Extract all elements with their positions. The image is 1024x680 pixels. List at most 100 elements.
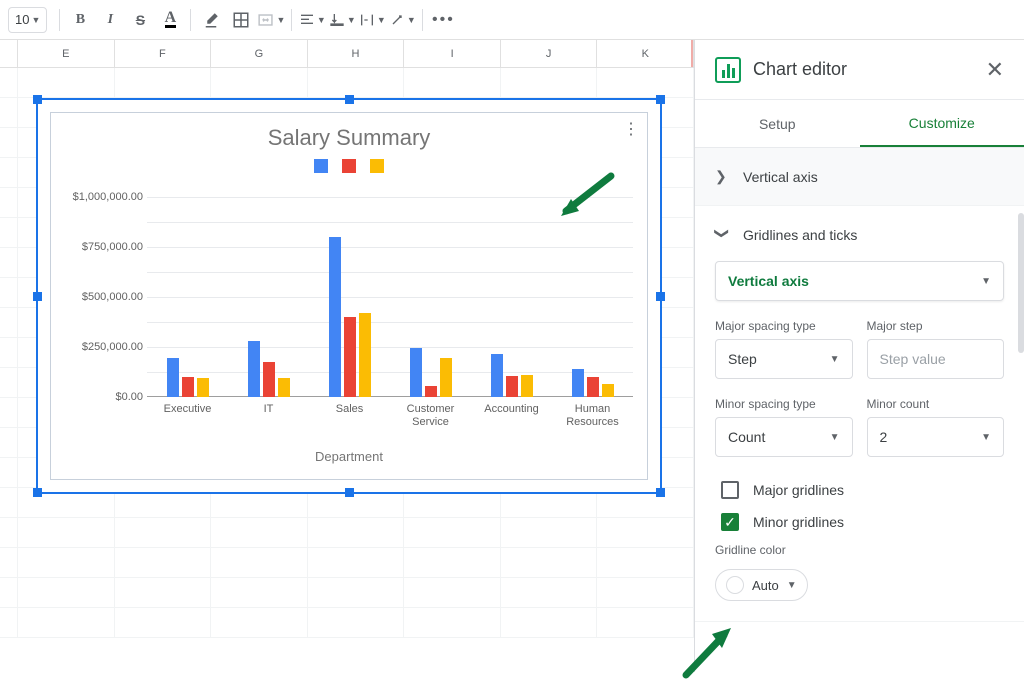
- checkbox-icon: [721, 481, 739, 499]
- caret-icon: ▼: [830, 432, 840, 443]
- scrollbar[interactable]: [1018, 213, 1024, 353]
- field-label: Major step: [867, 319, 1005, 333]
- borders-button[interactable]: [227, 6, 255, 34]
- axis-selector-dropdown[interactable]: Vertical axis ▼: [715, 261, 1004, 301]
- strikethrough-button[interactable]: S: [126, 6, 154, 34]
- bar: [278, 378, 290, 397]
- close-button[interactable]: ✕: [986, 57, 1004, 83]
- sidebar-title: Chart editor: [753, 59, 986, 80]
- resize-handle[interactable]: [656, 95, 665, 104]
- field-label: Major spacing type: [715, 319, 853, 333]
- resize-handle[interactable]: [656, 488, 665, 497]
- resize-handle[interactable]: [33, 292, 42, 301]
- chart-menu-button[interactable]: ⋮: [623, 119, 639, 139]
- section-header[interactable]: ❯ Gridlines and ticks: [715, 226, 1004, 243]
- spreadsheet-area[interactable]: E F G H I J K: [0, 40, 694, 672]
- bar: [440, 358, 452, 397]
- chevron-down-icon: ❯: [714, 228, 731, 242]
- x-label: Accounting: [471, 403, 552, 429]
- bold-button[interactable]: B: [66, 6, 94, 34]
- bar-group: [309, 197, 390, 397]
- bar: [359, 313, 371, 397]
- font-size-value: 10: [15, 12, 29, 27]
- chart-editor-icon: [715, 57, 741, 83]
- text-wrap-button[interactable]: ▼: [358, 6, 386, 34]
- resize-handle[interactable]: [656, 292, 665, 301]
- x-label: CustomerService: [390, 403, 471, 429]
- major-gridlines-checkbox[interactable]: Major gridlines: [721, 481, 1004, 499]
- column-header[interactable]: J: [501, 40, 598, 67]
- bar-group: [228, 197, 309, 397]
- column-header[interactable]: K: [597, 40, 694, 67]
- column-headers: E F G H I J K: [0, 40, 694, 68]
- legend-swatch: [342, 159, 356, 173]
- bar: [182, 377, 194, 397]
- toolbar-separator: [59, 9, 60, 31]
- bar-group: [552, 197, 633, 397]
- x-label: HumanResources: [552, 403, 633, 429]
- chart-title: Salary Summary: [51, 125, 647, 151]
- bar: [329, 237, 341, 397]
- column-header[interactable]: H: [308, 40, 405, 67]
- field-label: Gridline color: [715, 543, 1004, 557]
- section-vertical-axis[interactable]: ❯ Vertical axis: [695, 148, 1024, 206]
- bar: [167, 358, 179, 397]
- x-label: Executive: [147, 403, 228, 429]
- bar: [506, 376, 518, 397]
- caret-icon: ▼: [830, 354, 840, 365]
- minor-gridlines-checkbox[interactable]: ✓ Minor gridlines: [721, 513, 1004, 531]
- text-rotation-button[interactable]: ▼: [388, 6, 416, 34]
- vertical-align-button[interactable]: ▼: [328, 6, 356, 34]
- y-axis: $0.00 $250,000.00 $500,000.00 $750,000.0…: [61, 197, 147, 397]
- text-color-button[interactable]: A: [156, 6, 184, 34]
- chart-selection[interactable]: ⋮ Salary Summary $0.00 $250,000.00 $500,…: [36, 98, 662, 494]
- x-label: IT: [228, 403, 309, 429]
- chart-editor-sidebar: Chart editor ✕ Setup Customize ❯ Vertica…: [694, 40, 1024, 672]
- toolbar-separator: [190, 9, 191, 31]
- plot-area: [147, 197, 633, 397]
- bar: [521, 375, 533, 397]
- chevron-right-icon: ❯: [715, 168, 729, 185]
- bar: [602, 384, 614, 397]
- tab-customize[interactable]: Customize: [860, 100, 1024, 147]
- bar-group: [471, 197, 552, 397]
- bar-group: [390, 197, 471, 397]
- major-spacing-type-select[interactable]: Step ▼: [715, 339, 853, 379]
- column-header[interactable]: F: [115, 40, 212, 67]
- column-header[interactable]: G: [211, 40, 308, 67]
- annotation-arrow-icon: [551, 171, 621, 226]
- horizontal-align-button[interactable]: ▼: [298, 6, 326, 34]
- section-label: Vertical axis: [743, 169, 818, 185]
- resize-handle[interactable]: [33, 95, 42, 104]
- fill-color-button[interactable]: [197, 6, 225, 34]
- resize-handle[interactable]: [345, 488, 354, 497]
- italic-button[interactable]: I: [96, 6, 124, 34]
- color-swatch-icon: [726, 576, 744, 594]
- caret-icon: ▼: [981, 432, 991, 443]
- minor-spacing-type-select[interactable]: Count ▼: [715, 417, 853, 457]
- gridline-color-select[interactable]: Auto ▼: [715, 569, 808, 601]
- chart-canvas[interactable]: ⋮ Salary Summary $0.00 $250,000.00 $500,…: [50, 112, 648, 480]
- minor-count-select[interactable]: 2 ▼: [867, 417, 1005, 457]
- section-gridlines-ticks: ❯ Gridlines and ticks Vertical axis ▼ Ma…: [695, 206, 1024, 622]
- tab-setup[interactable]: Setup: [695, 100, 860, 147]
- legend-swatch: [370, 159, 384, 173]
- bar: [344, 317, 356, 397]
- caret-icon: ▼: [981, 276, 991, 287]
- x-axis-title: Department: [51, 449, 647, 464]
- toolbar: 10 ▼ B I S A ▼ ▼ ▼ ▼ ▼ •••: [0, 0, 1024, 40]
- merge-cells-button[interactable]: ▼: [257, 6, 285, 34]
- bar: [491, 354, 503, 397]
- font-size-select[interactable]: 10 ▼: [8, 7, 47, 33]
- resize-handle[interactable]: [345, 95, 354, 104]
- field-label: Minor spacing type: [715, 397, 853, 411]
- more-toolbar-button[interactable]: •••: [429, 6, 457, 34]
- x-axis-labels: ExecutiveITSalesCustomerServiceAccountin…: [147, 403, 633, 429]
- checkbox-checked-icon: ✓: [721, 513, 739, 531]
- column-header[interactable]: I: [404, 40, 501, 67]
- resize-handle[interactable]: [33, 488, 42, 497]
- major-step-input[interactable]: Step value: [867, 339, 1005, 379]
- section-label: Gridlines and ticks: [743, 227, 857, 243]
- column-header[interactable]: E: [18, 40, 115, 67]
- toolbar-separator: [291, 9, 292, 31]
